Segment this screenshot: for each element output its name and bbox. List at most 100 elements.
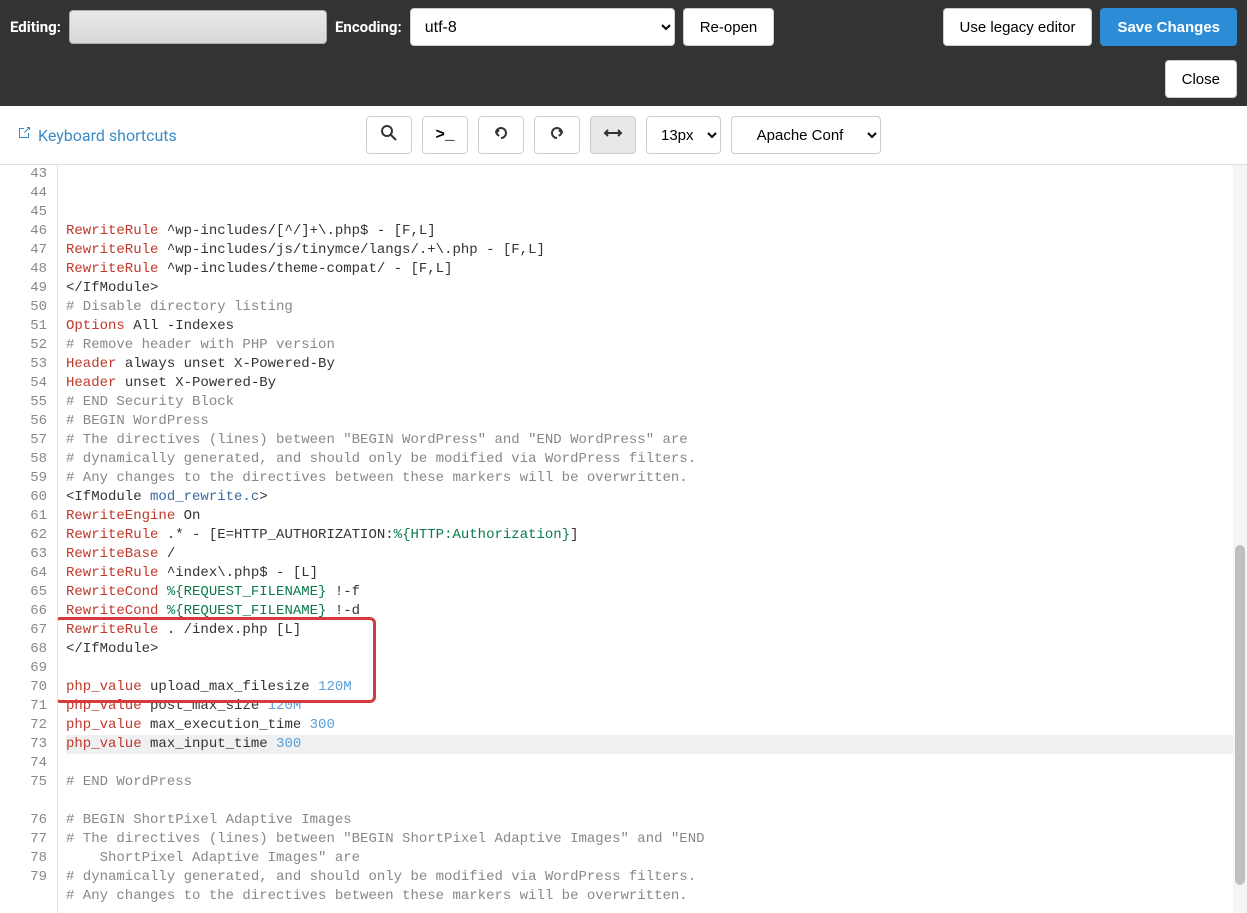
legacy-editor-button[interactable]: Use legacy editor: [943, 8, 1093, 46]
line-number: 77: [0, 830, 47, 849]
code-line[interactable]: # Disable directory listing: [66, 298, 1247, 317]
code-line[interactable]: php_value max_input_time 300: [66, 735, 1247, 754]
search-button[interactable]: [366, 116, 412, 154]
code-area[interactable]: RewriteRule ^wp-includes/[^/]+\.php$ - […: [58, 165, 1247, 913]
toolbar: Keyboard shortcuts >_ 13px Apache Conf: [0, 106, 1247, 165]
line-number: 76: [0, 811, 47, 830]
line-number: 48: [0, 260, 47, 279]
line-number: 60: [0, 488, 47, 507]
line-number: 62: [0, 526, 47, 545]
line-number: 44: [0, 184, 47, 203]
line-number: 68: [0, 640, 47, 659]
code-line[interactable]: <IfModule mod_rewrite.c>: [66, 488, 1247, 507]
code-line[interactable]: RewriteBase /: [66, 545, 1247, 564]
line-number: 66: [0, 602, 47, 621]
code-line[interactable]: # BEGIN WordPress: [66, 412, 1247, 431]
code-line[interactable]: Options All -Indexes: [66, 317, 1247, 336]
line-number: 75: [0, 773, 47, 792]
line-number: 73: [0, 735, 47, 754]
code-line[interactable]: RewriteRule ^wp-includes/theme-compat/ -…: [66, 260, 1247, 279]
code-line[interactable]: # END Security Block: [66, 393, 1247, 412]
code-line[interactable]: php_value upload_max_filesize 120M: [66, 678, 1247, 697]
code-line[interactable]: # The directives (lines) between "BEGIN …: [66, 830, 1247, 849]
line-number: 59: [0, 469, 47, 488]
line-number: 56: [0, 412, 47, 431]
code-line[interactable]: Header unset X-Powered-By: [66, 374, 1247, 393]
undo-icon: [492, 124, 510, 147]
line-number: 74: [0, 754, 47, 773]
reopen-button[interactable]: Re-open: [683, 8, 775, 46]
code-line[interactable]: RewriteEngine On: [66, 507, 1247, 526]
editor: 4344454647484950515253545556575859606162…: [0, 165, 1247, 913]
encoding-label: Encoding:: [335, 18, 402, 36]
code-line[interactable]: [66, 659, 1247, 678]
code-line[interactable]: # END WordPress: [66, 773, 1247, 792]
line-number: 69: [0, 659, 47, 678]
keyboard-shortcuts-label: Keyboard shortcuts: [38, 126, 177, 145]
line-number: 50: [0, 298, 47, 317]
code-line[interactable]: RewriteRule . /index.php [L]: [66, 621, 1247, 640]
line-number: [0, 792, 47, 811]
editing-input[interactable]: [69, 10, 327, 44]
line-number: 78: [0, 849, 47, 868]
line-number: 45: [0, 203, 47, 222]
code-line[interactable]: [66, 792, 1247, 811]
code-line[interactable]: # Remove header with PHP version: [66, 336, 1247, 355]
code-line[interactable]: RewriteRule ^wp-includes/[^/]+\.php$ - […: [66, 222, 1247, 241]
line-number: 63: [0, 545, 47, 564]
code-line[interactable]: ShortPixel Adaptive Images" are: [66, 849, 1247, 868]
code-line[interactable]: Header always unset X-Powered-By: [66, 355, 1247, 374]
line-number: 55: [0, 393, 47, 412]
line-gutter: 4344454647484950515253545556575859606162…: [0, 165, 58, 913]
encoding-select[interactable]: utf-8: [410, 8, 675, 46]
code-line[interactable]: # Any changes to the directives between …: [66, 887, 1247, 906]
line-number: 61: [0, 507, 47, 526]
code-line[interactable]: php_value post_max_size 120M: [66, 697, 1247, 716]
line-number: 58: [0, 450, 47, 469]
line-number: 47: [0, 241, 47, 260]
code-line[interactable]: </IfModule>: [66, 640, 1247, 659]
undo-button[interactable]: [478, 116, 524, 154]
code-line[interactable]: RewriteCond %{REQUEST_FILENAME} !-d: [66, 602, 1247, 621]
terminal-icon: >_: [435, 126, 454, 144]
code-line[interactable]: # BEGIN ShortPixel Adaptive Images: [66, 811, 1247, 830]
code-line[interactable]: # dynamically generated, and should only…: [66, 450, 1247, 469]
external-link-icon: [16, 125, 32, 145]
redo-button[interactable]: [534, 116, 580, 154]
code-line[interactable]: # dynamically generated, and should only…: [66, 868, 1247, 887]
scrollbar-thumb[interactable]: [1235, 545, 1245, 885]
language-select[interactable]: Apache Conf: [731, 116, 881, 154]
close-button[interactable]: Close: [1165, 60, 1237, 98]
code-line[interactable]: # Any changes to the directives between …: [66, 469, 1247, 488]
code-line[interactable]: [66, 906, 1247, 913]
wrap-button[interactable]: [590, 116, 636, 154]
line-number: 72: [0, 716, 47, 735]
save-button[interactable]: Save Changes: [1100, 8, 1237, 46]
search-icon: [380, 124, 398, 147]
code-line[interactable]: RewriteRule .* - [E=HTTP_AUTHORIZATION:%…: [66, 526, 1247, 545]
line-number: 71: [0, 697, 47, 716]
line-number: 54: [0, 374, 47, 393]
code-line[interactable]: [66, 754, 1247, 773]
code-line[interactable]: RewriteRule ^wp-includes/js/tinymce/lang…: [66, 241, 1247, 260]
code-line[interactable]: </IfModule>: [66, 279, 1247, 298]
line-number: 70: [0, 678, 47, 697]
line-number: 64: [0, 564, 47, 583]
wrap-icon: [603, 126, 623, 145]
line-number: 79: [0, 868, 47, 887]
code-line[interactable]: RewriteRule ^index\.php$ - [L]: [66, 564, 1247, 583]
code-line[interactable]: RewriteCond %{REQUEST_FILENAME} !-f: [66, 583, 1247, 602]
fontsize-select[interactable]: 13px: [646, 116, 721, 154]
console-button[interactable]: >_: [422, 116, 468, 154]
code-line[interactable]: # The directives (lines) between "BEGIN …: [66, 431, 1247, 450]
line-number: 51: [0, 317, 47, 336]
keyboard-shortcuts-link[interactable]: Keyboard shortcuts: [16, 125, 177, 145]
line-number: 53: [0, 355, 47, 374]
line-number: 57: [0, 431, 47, 450]
code-line[interactable]: php_value max_execution_time 300: [66, 716, 1247, 735]
redo-icon: [548, 124, 566, 147]
topbar: Editing: Encoding: utf-8 Re-open Use leg…: [0, 0, 1247, 106]
line-number: 65: [0, 583, 47, 602]
vertical-scrollbar[interactable]: [1233, 165, 1247, 913]
line-number: 43: [0, 165, 47, 184]
